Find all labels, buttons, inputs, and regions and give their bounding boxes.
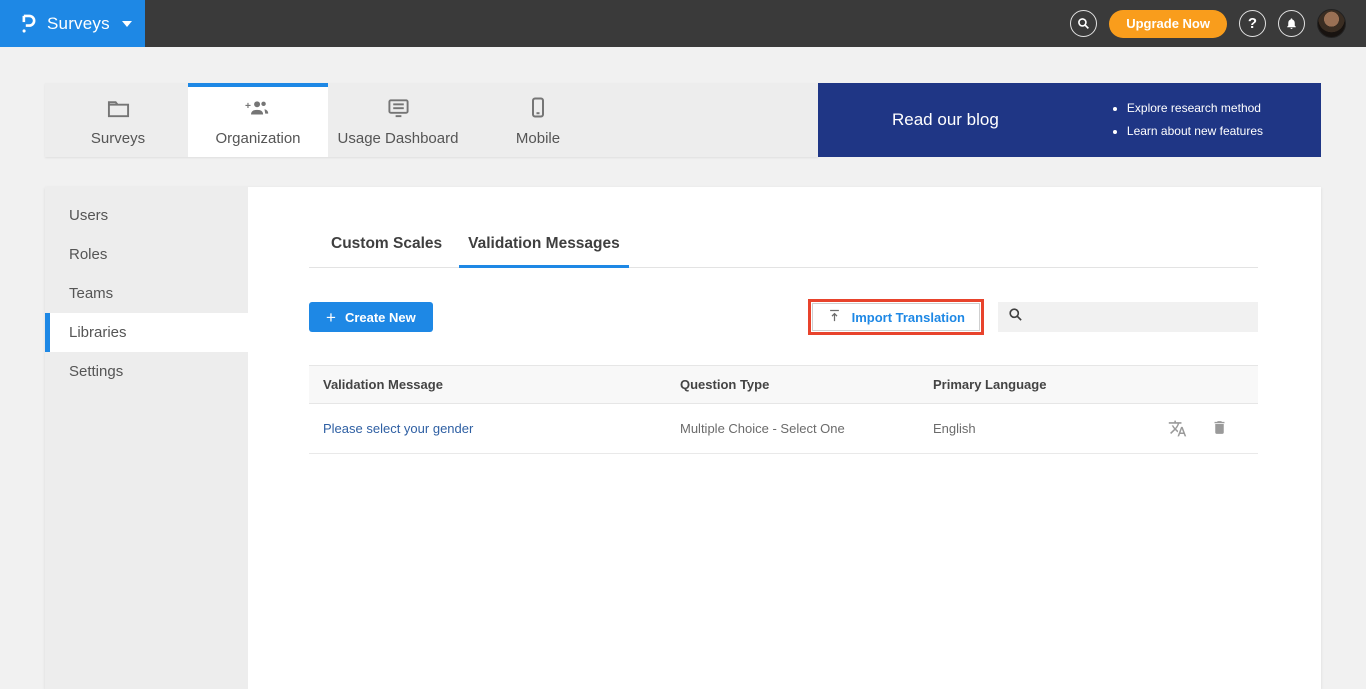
- topbar: Surveys Upgrade Now ?: [0, 0, 1366, 47]
- main-panel: Users Roles Teams Libraries Settings Cus…: [45, 187, 1321, 689]
- nav-tab-surveys[interactable]: Surveys: [48, 83, 188, 157]
- search-input[interactable]: [1031, 310, 1248, 325]
- nav-tab-organization[interactable]: + Organization: [188, 83, 328, 157]
- nav-tab-label: Mobile: [516, 130, 560, 147]
- create-new-button[interactable]: + Create New: [309, 302, 433, 332]
- sidebar-item-settings[interactable]: Settings: [45, 352, 248, 391]
- banner-bullet: Learn about new features: [1127, 120, 1263, 143]
- svg-text:+: +: [245, 100, 251, 111]
- column-header-validation-message: Validation Message: [309, 366, 666, 404]
- table-row: Please select your gender Multiple Choic…: [309, 404, 1258, 454]
- table-search[interactable]: [998, 302, 1258, 332]
- blog-banner[interactable]: Read our blog Explore research method Le…: [818, 83, 1321, 157]
- libraries-content: Custom Scales Validation Messages + Crea…: [248, 187, 1321, 689]
- questionpro-logo-icon: [20, 12, 37, 36]
- table-header-row: Validation Message Question Type Primary…: [309, 366, 1258, 404]
- sidebar-item-roles[interactable]: Roles: [45, 235, 248, 274]
- import-translation-button[interactable]: Import Translation: [812, 303, 980, 331]
- column-header-primary-language: Primary Language: [919, 366, 1166, 404]
- primary-language-cell: English: [919, 404, 1166, 454]
- group-add-icon: +: [245, 98, 271, 123]
- banner-bullet: Explore research method: [1127, 97, 1263, 120]
- settings-sidebar: Users Roles Teams Libraries Settings: [45, 187, 248, 689]
- dashboard-icon: [387, 98, 410, 123]
- nav-tab-label: Organization: [215, 130, 300, 147]
- nav-tab-label: Surveys: [91, 130, 145, 147]
- tab-validation-messages[interactable]: Validation Messages: [459, 235, 629, 268]
- upgrade-now-button[interactable]: Upgrade Now: [1109, 10, 1227, 38]
- delete-icon[interactable]: [1211, 419, 1228, 438]
- search-icon: [1008, 307, 1023, 327]
- search-icon[interactable]: [1070, 10, 1097, 37]
- highlight-annotation: Import Translation: [808, 299, 984, 335]
- topbar-actions: Upgrade Now ?: [1070, 9, 1366, 38]
- product-switcher[interactable]: Surveys: [0, 0, 145, 47]
- toolbar: + Create New Import Translation: [309, 299, 1258, 335]
- primary-navigation: Surveys + Organization: [45, 83, 1321, 157]
- nav-tabs: Surveys + Organization: [45, 83, 818, 157]
- sidebar-item-libraries[interactable]: Libraries: [45, 313, 248, 352]
- nav-tab-label: Usage Dashboard: [338, 130, 459, 147]
- translate-icon[interactable]: [1168, 419, 1187, 438]
- validation-messages-table: Validation Message Question Type Primary…: [309, 365, 1258, 454]
- mobile-icon: [531, 97, 545, 123]
- help-icon[interactable]: ?: [1239, 10, 1266, 37]
- bell-icon[interactable]: [1278, 10, 1305, 37]
- product-name: Surveys: [47, 14, 110, 34]
- validation-message-link[interactable]: Please select your gender: [323, 421, 473, 436]
- nav-tab-mobile[interactable]: Mobile: [468, 83, 608, 157]
- question-type-cell: Multiple Choice - Select One: [666, 404, 919, 454]
- column-header-question-type: Question Type: [666, 366, 919, 404]
- banner-bullet-list: Explore research method Learn about new …: [1113, 97, 1263, 144]
- sidebar-item-users[interactable]: Users: [45, 196, 248, 235]
- import-icon: [827, 308, 842, 326]
- user-avatar[interactable]: [1317, 9, 1346, 38]
- library-tabs: Custom Scales Validation Messages: [309, 235, 1258, 268]
- nav-tab-usage-dashboard[interactable]: Usage Dashboard: [328, 83, 468, 157]
- chevron-down-icon: [122, 21, 132, 27]
- sidebar-item-teams[interactable]: Teams: [45, 274, 248, 313]
- row-actions: [1180, 419, 1258, 438]
- folder-icon: [107, 98, 130, 123]
- plus-icon: +: [326, 309, 336, 326]
- column-header-actions: [1166, 366, 1258, 404]
- tab-custom-scales[interactable]: Custom Scales: [322, 235, 451, 268]
- banner-title: Read our blog: [892, 110, 999, 130]
